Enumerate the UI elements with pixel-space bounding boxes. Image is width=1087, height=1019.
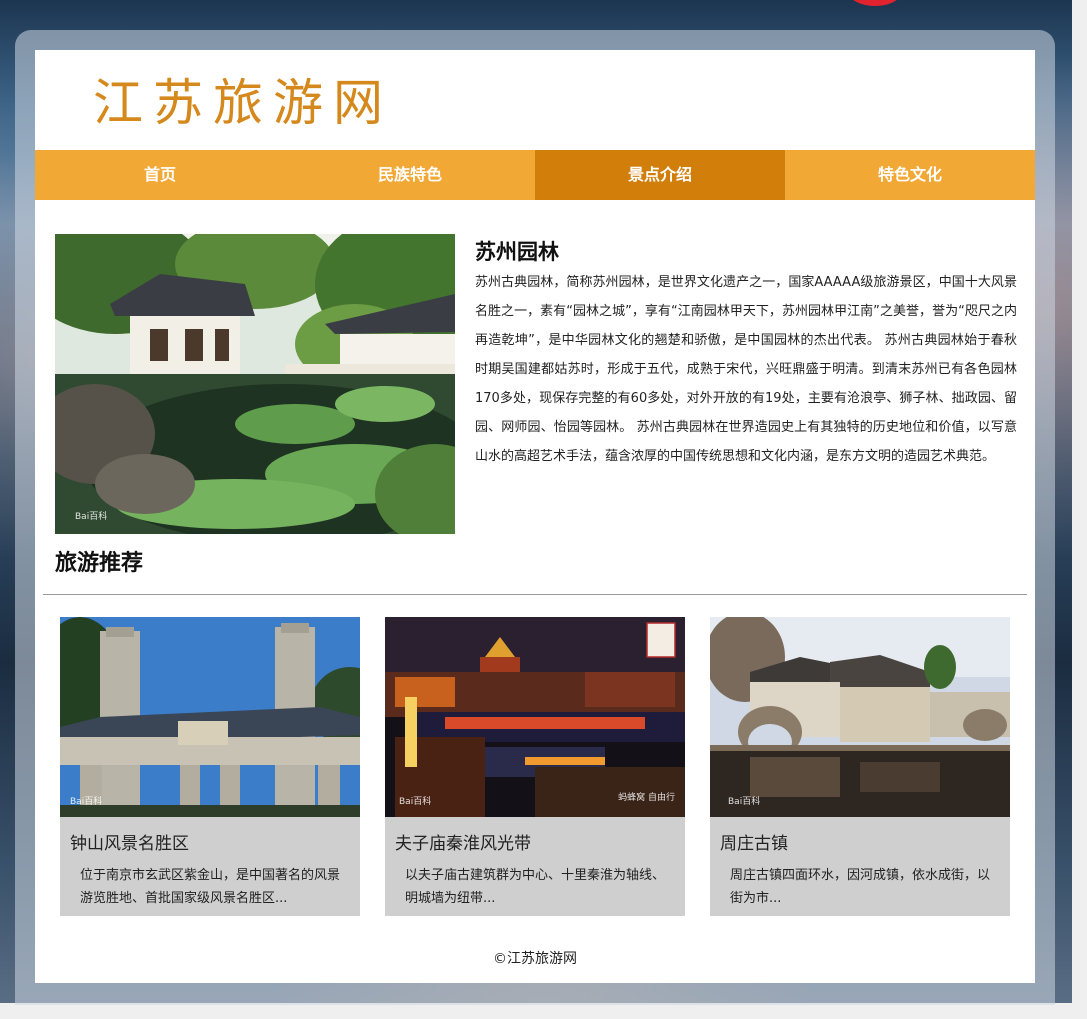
recommend-card-zhouzhuang[interactable]: Bai百科 周庄古镇 周庄古镇四面环水，因河成镇，依水成街，以街为市...: [710, 617, 1010, 916]
nav-item-ethnic-features[interactable]: 民族特色: [285, 150, 535, 200]
right-edge-strip: [1072, 0, 1087, 1019]
card-title[interactable]: 周庄古镇: [720, 829, 788, 854]
image-watermark: Bai百科: [70, 797, 103, 807]
feature-title: 苏州园林: [475, 240, 559, 264]
card-title[interactable]: 钟山风景名胜区: [70, 829, 189, 854]
image-watermark: Bai百科: [75, 512, 108, 522]
nav-item-culture[interactable]: 特色文化: [785, 150, 1035, 200]
site-logo[interactable]: 江苏旅游网: [93, 70, 393, 136]
page-container: 江苏旅游网 首页 民族特色 景点介绍 特色文化 Bai百科 苏州园林 苏州古典园…: [35, 50, 1035, 983]
image-watermark: Bai百科: [399, 797, 432, 807]
feature-image-suzhou-garden: Bai百科: [55, 234, 455, 534]
section-title-recommend: 旅游推荐: [55, 551, 144, 576]
card-title[interactable]: 夫子庙秦淮风光带: [395, 829, 531, 854]
bottom-edge-strip: [0, 1003, 1087, 1019]
image-watermark-mafengwo: 蚂蜂窝 自由行: [618, 793, 675, 803]
recommend-card-fuzimiao[interactable]: Bai百科 蚂蜂窝 自由行 夫子庙秦淮风光带 以夫子庙古建筑群为中心、十里秦淮为…: [385, 617, 685, 916]
card-image-zhouzhuang: Bai百科: [710, 617, 1010, 817]
image-watermark: Bai百科: [728, 797, 761, 807]
card-description: 位于南京市玄武区紫金山，是中国著名的风景游览胜地、首批国家级风景名胜区...: [80, 868, 341, 906]
card-description: 以夫子庙古建筑群为中心、十里秦淮为轴线、明城墙为纽带...: [405, 868, 666, 906]
section-divider: [43, 594, 1027, 595]
card-image-fuzimiao: Bai百科 蚂蜂窝 自由行: [385, 617, 685, 817]
recommend-card-zhongshan[interactable]: Bai百科 钟山风景名胜区 位于南京市玄武区紫金山，是中国著名的风景游览胜地、首…: [60, 617, 360, 916]
card-image-zhongshan: Bai百科: [60, 617, 360, 817]
main-nav: 首页 民族特色 景点介绍 特色文化: [35, 150, 1035, 200]
card-description: 周庄古镇四面环水，因河成镇，依水成街，以街为市...: [730, 868, 991, 906]
feature-description: 苏州古典园林，简称苏州园林，是世界文化遗产之一，国家AAAAA级旅游景区，中国十…: [475, 275, 1017, 464]
footer-copyright: ©江苏旅游网: [493, 951, 577, 967]
nav-item-attractions[interactable]: 景点介绍: [535, 150, 785, 200]
nav-item-home[interactable]: 首页: [35, 150, 285, 200]
